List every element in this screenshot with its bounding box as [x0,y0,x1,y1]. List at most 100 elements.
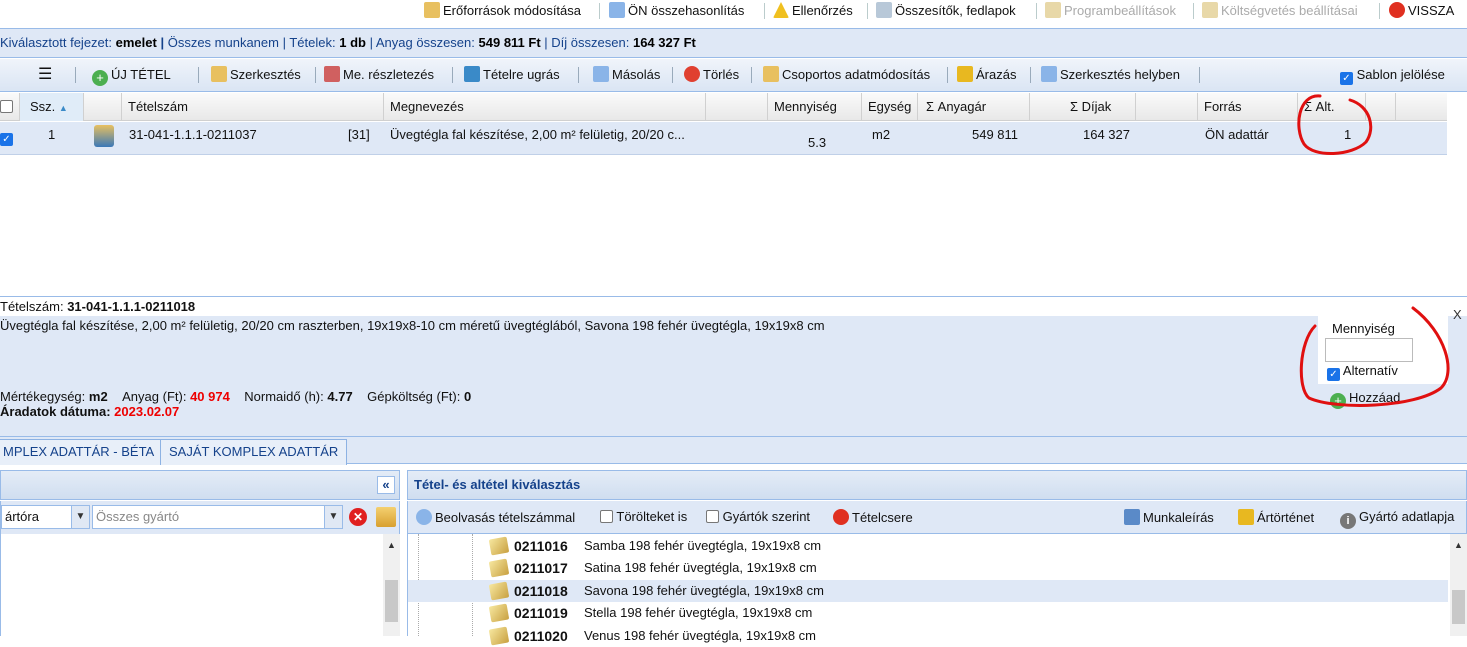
pencil-ruler-icon [324,66,340,82]
maker-sheet-button[interactable]: i Gyártó adatlapja [1340,509,1454,529]
row-source: ÖN adattár [1205,127,1269,142]
by-maker-checkbox[interactable]: Gyártók szerint [706,509,810,524]
scroll-thumb[interactable] [385,580,398,622]
pricing-button[interactable]: Árazás [957,66,1016,84]
table-row[interactable]: ✓ 1 31-041-1.1.1-0211037 [31] Üvegtégla … [0,122,1447,155]
row-name: Üvegtégla fal készítése, 2,00 m² felület… [390,127,685,142]
top-menu-bar: Erőforrások módosítása ÖN összehasonlítá… [0,0,1467,22]
list-item[interactable]: 0211016 Samba 198 fehér üvegtégla, 19x19x… [408,535,1448,557]
jump-to-item-button[interactable]: Tételre ugrás [464,66,560,84]
group-edit-button[interactable]: Csoportos adatmódosítás [763,66,930,84]
category-combo[interactable]: ártóra ▼ [1,505,90,529]
menu-resources[interactable]: Erőforrások módosítása [424,1,581,21]
edit-button[interactable]: Szerkesztés [211,66,301,84]
settings-icon [1045,2,1061,18]
row-fees: 164 327 [1083,127,1130,142]
checkbox-checked-icon: ✓ [1340,72,1353,85]
checkbox-icon [600,510,613,523]
col-fees[interactable]: Σ Díjak [1030,93,1136,121]
grid-header: Ssz. ▲ Tételszám Megnevezés Mennyiség Eg… [0,93,1447,121]
item-toolbar: ☰ + ÚJ TÉTEL Szerkesztés Me. részletezés … [0,59,1467,92]
col-unit[interactable]: Egység [862,93,918,121]
sort-asc-icon: ▲ [58,103,68,113]
folder-icon[interactable] [376,507,396,527]
menu-list-icon[interactable]: ☰ [38,66,52,84]
tab-complex-beta[interactable]: MPLEX ADATTÁR - BÉTA [0,439,164,465]
list-item[interactable]: 0211019 Stella 198 fehér üvegtégla, 19x19… [408,602,1448,624]
menu-program-settings[interactable]: Programbeállítások [1045,1,1176,21]
work-description-button[interactable]: Munkaleírás [1124,509,1214,525]
edit-icon [211,66,227,82]
red-annotation-circle [1299,306,1450,407]
chevron-down-icon: ▼ [324,506,342,528]
col-icon [84,93,122,121]
checkbox-icon [706,510,719,523]
row-material: 549 811 [972,127,1019,142]
right-scrollbar[interactable]: ▲ [1450,534,1467,636]
col-spacer [706,93,768,121]
detail-values: Mértékegység: m2 Anyag (Ft): 40 974 Norm… [0,389,472,404]
col-code[interactable]: Tételszám [122,93,384,121]
menu-compare[interactable]: ÖN összehasonlítás [609,1,744,21]
scroll-up-icon[interactable]: ▲ [1450,540,1467,550]
show-deleted-checkbox[interactable]: Törölteket is [600,509,687,524]
list-item[interactable]: 0211017 Satina 198 fehér üvegtégla, 19x19… [408,557,1448,579]
col-material[interactable]: Σ Anyagár [918,93,1030,121]
budget-icon [1202,2,1218,18]
menu-check[interactable]: Ellenőrzés [773,1,853,21]
template-mark-checkbox[interactable]: ✓ Sablon jelölése [1340,66,1445,85]
item-tag-icon [488,536,510,556]
scan-button[interactable]: Beolvasás tételszámmal [416,509,575,525]
left-filter-bar: ártóra ▼ Összes gyártó ▼ ✕ [0,501,400,534]
col-ssz[interactable]: Ssz. ▲ [20,93,84,121]
price-history-button[interactable]: Ártörténet [1238,509,1314,525]
row-qty: 5.3 [808,135,827,150]
separator [315,67,316,83]
swap-icon [833,509,849,525]
edit-doc-icon [424,2,440,18]
col-name[interactable]: Megnevezés [384,93,706,121]
item-tag-icon [488,558,510,578]
col-qty[interactable]: Mennyiség [768,93,862,121]
list-item-selected[interactable]: 0211018 Savona 198 fehér üvegtégla, 19x19… [408,580,1448,602]
right-toolbar: Beolvasás tételszámmal Törölteket is Gyá… [407,501,1467,534]
tab-own-complex[interactable]: SAJÁT KOMPLEX ADATTÁR [160,439,348,465]
separator [599,3,600,19]
delete-button[interactable]: Törlés [684,66,739,84]
new-item-button[interactable]: + ÚJ TÉTEL [92,66,171,86]
separator [1379,3,1380,19]
group-edit-icon [763,66,779,82]
table-edit-icon [1041,66,1057,82]
item-list: 0211016 Samba 198 fehér üvegtégla, 19x19x… [407,534,1467,646]
breakdown-button[interactable]: Me. részletezés [324,66,434,84]
copy-button[interactable]: Másolás [593,66,660,84]
scroll-thumb[interactable] [1452,590,1465,624]
separator [672,67,673,83]
item-tag-icon [488,626,510,646]
info-icon: i [1340,513,1356,529]
maker-combo[interactable]: Összes gyártó ▼ [92,505,343,529]
left-scrollbar[interactable]: ▲ [383,534,400,636]
menu-summaries[interactable]: Összesítők, fedlapok [876,1,1016,21]
select-all-checkbox[interactable] [0,93,20,121]
detail-description: Üvegtégla fal készítése, 2,00 m² felület… [0,318,825,333]
inplace-edit-button[interactable]: Szerkesztés helyben [1041,66,1180,84]
collapse-icon[interactable]: « [377,476,395,494]
menu-budget-settings[interactable]: Költségvetés beállításai [1202,1,1358,21]
clear-filter-icon[interactable]: ✕ [349,508,367,526]
scroll-up-icon[interactable]: ▲ [383,540,400,550]
item-tag-icon [488,581,510,601]
row-checkbox[interactable]: ✓ [0,128,13,146]
copy-icon [593,66,609,82]
separator [764,3,765,19]
list-item[interactable]: 0211020 Venus 198 fehér üvegtégla, 19x19x… [408,625,1448,647]
separator [1199,67,1200,83]
swap-button[interactable]: Tételcsere [833,509,913,525]
detail-date: Áradatok dátuma: 2023.02.07 [0,404,180,419]
checkbox-icon [0,100,13,113]
back-button[interactable]: VISSZA [1389,1,1454,21]
item-tag-icon [488,603,510,623]
col-source[interactable]: Forrás [1198,93,1298,121]
coins-icon [1238,509,1254,525]
compare-icon [609,2,625,18]
